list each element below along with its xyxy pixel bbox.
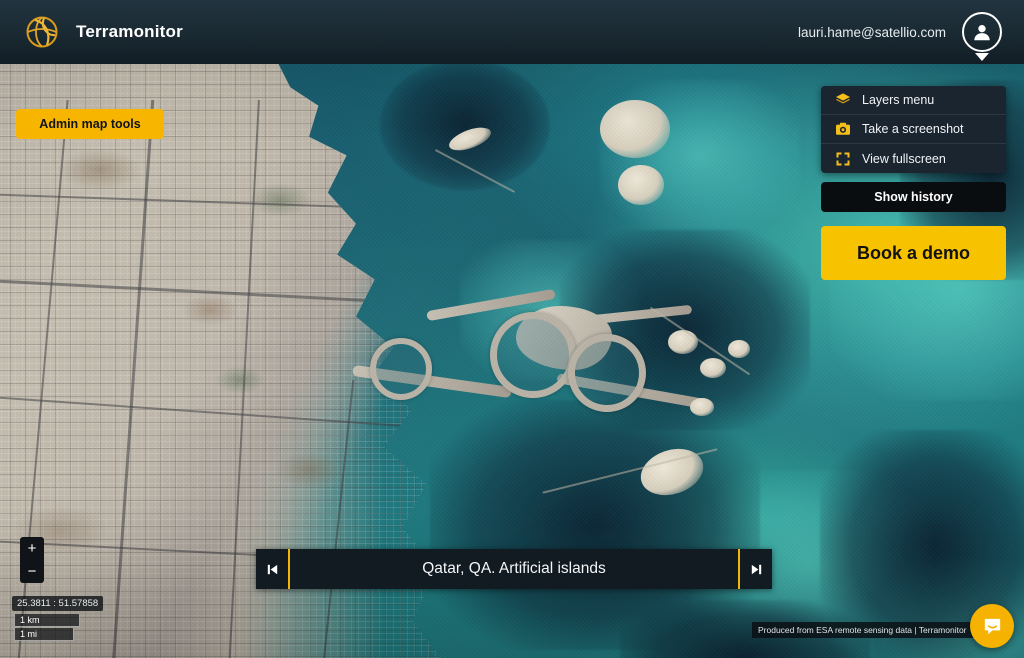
map-controls-panel: Layers menu Take a screenshot [821,86,1006,280]
map-sandbar [690,398,714,416]
layers-menu-item[interactable]: Layers menu [821,86,1006,115]
chevron-down-icon[interactable] [975,53,989,61]
map-menu-card: Layers menu Take a screenshot [821,86,1006,173]
brand-name: Terramonitor [76,22,183,42]
globe-logo-icon [22,12,62,52]
user-avatar-icon[interactable] [962,12,1002,52]
skip-next-icon[interactable] [738,549,772,589]
layers-menu-label: Layers menu [862,93,934,107]
coordinates-readout: 25.3811 : 51.57858 [12,596,103,611]
skip-previous-icon[interactable] [256,549,290,589]
location-caption: Qatar, QA. Artificial islands [290,549,738,589]
show-history-button[interactable]: Show history [821,182,1006,212]
map-sandbar [700,358,726,378]
scale-bar-km: 1 km [14,614,80,627]
admin-map-tools-button[interactable]: Admin map tools [16,109,164,139]
camera-icon [835,121,851,137]
map-artificial-islands [330,290,670,430]
map-island-ring [370,338,432,400]
book-a-demo-button[interactable]: Book a demo [821,226,1006,280]
map-sandbar [618,165,664,205]
zoom-out-button[interactable]: − [20,560,44,583]
brand[interactable]: Terramonitor [0,12,183,52]
take-screenshot-item[interactable]: Take a screenshot [821,115,1006,144]
header-user-area: lauri.hame@satellio.com [798,12,1024,52]
fullscreen-icon [835,151,851,167]
map-attribution: Produced from ESA remote sensing data | … [752,622,973,638]
user-email: lauri.hame@satellio.com [798,25,946,40]
app-root: Terramonitor lauri.hame@satellio.com Adm… [0,0,1024,658]
map-sandbar [668,330,698,354]
app-header: Terramonitor lauri.hame@satellio.com [0,0,1024,64]
timeline-bar: Qatar, QA. Artificial islands [256,549,772,589]
take-screenshot-label: Take a screenshot [862,122,963,136]
chat-bubble-icon[interactable] [970,604,1014,648]
zoom-in-button[interactable]: + [20,537,44,560]
map-sandbar [728,340,750,358]
view-fullscreen-item[interactable]: View fullscreen [821,144,1006,173]
view-fullscreen-label: View fullscreen [862,152,946,166]
user-menu[interactable] [962,12,1002,52]
map-zoom-controls: + − [20,537,44,583]
map-deep-water [380,60,550,190]
layers-icon [835,92,851,108]
map-island-ring [490,312,576,398]
map-sandbar [600,100,670,158]
scale-bar-mi: 1 mi [14,628,74,641]
map-island-ring [568,334,646,412]
